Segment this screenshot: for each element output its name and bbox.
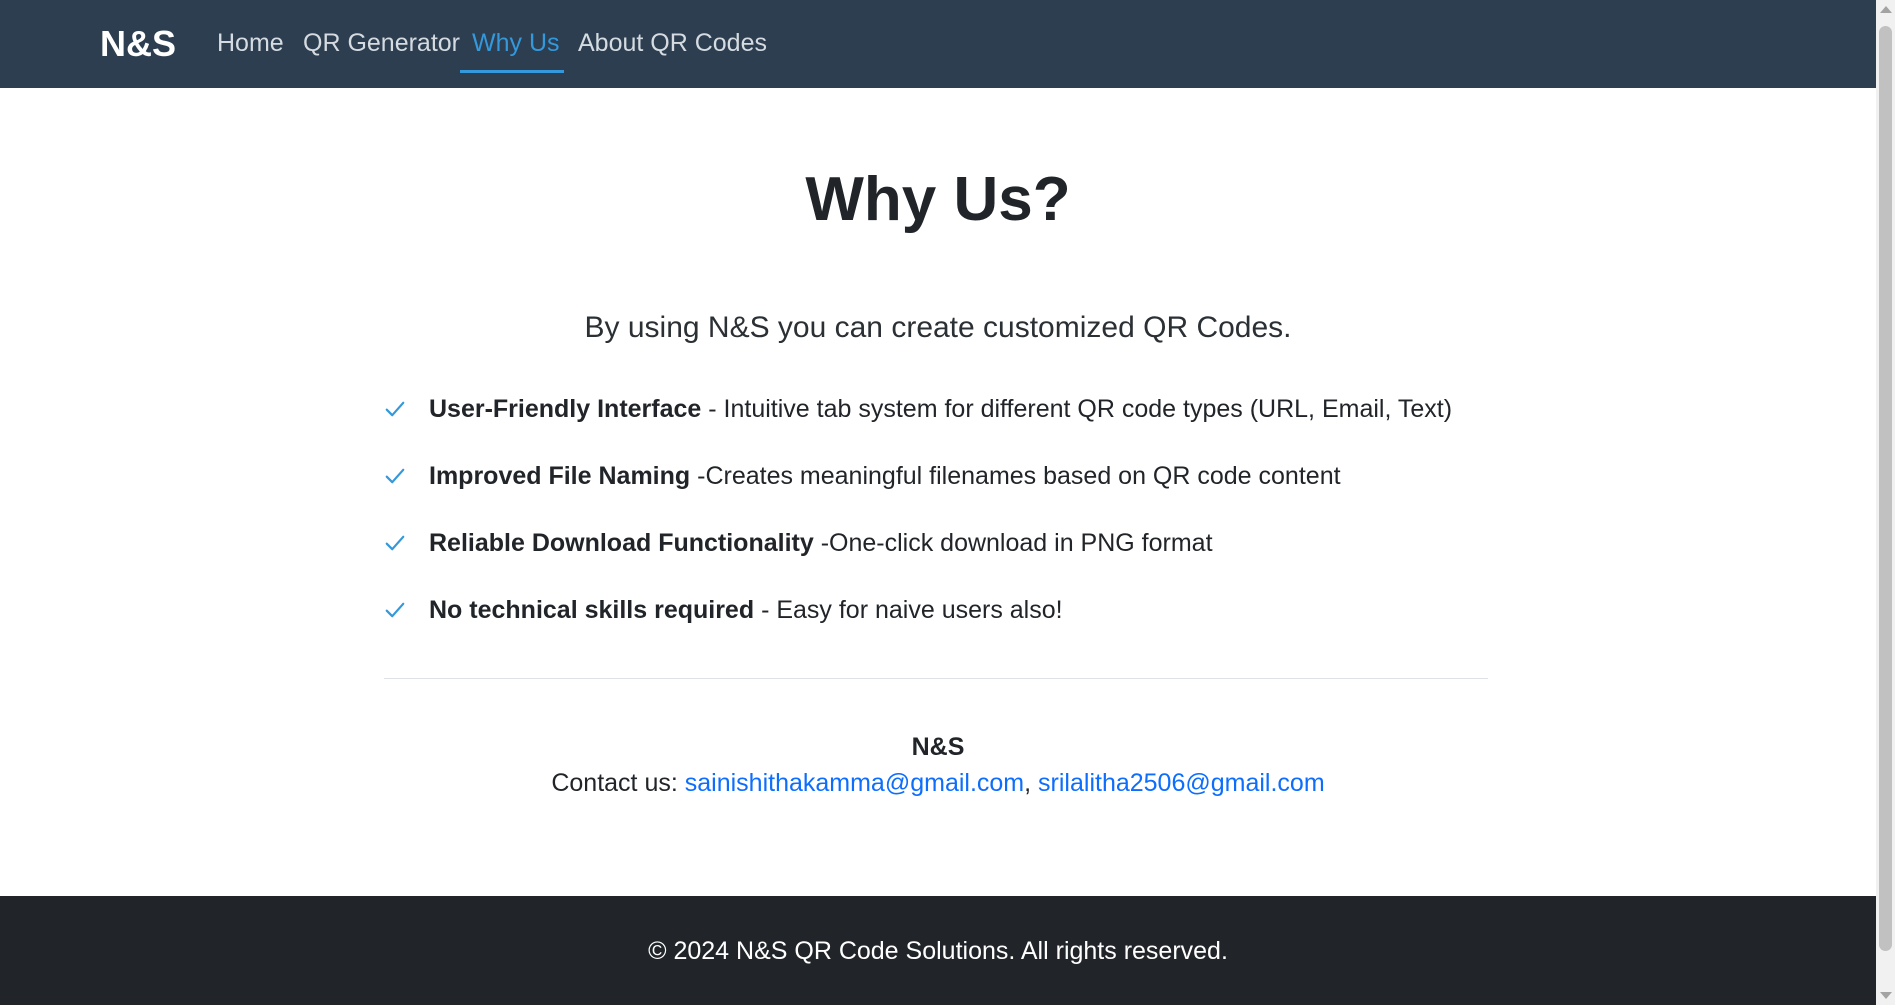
feature-text: Reliable Download Functionality -One-cli… <box>429 522 1213 564</box>
feature-text: User-Friendly Interface - Intuitive tab … <box>429 388 1452 430</box>
feature-text: Improved File Naming -Creates meaningful… <box>429 455 1341 497</box>
nav-item-why-us[interactable]: Why Us <box>472 26 560 60</box>
feature-item: User-Friendly Interface - Intuitive tab … <box>384 388 1488 455</box>
page: N&S Home QR Generator Why Us About QR Co… <box>0 0 1876 1005</box>
scroll-up-arrow-icon[interactable] <box>1880 6 1892 13</box>
feature-title: Reliable Download Functionality <box>429 529 814 557</box>
feature-description: -Creates meaningful filenames based on Q… <box>690 462 1341 490</box>
email-link-2[interactable]: srilalitha2506@gmail.com <box>1038 769 1325 797</box>
nav-item-about-qr-codes[interactable]: About QR Codes <box>578 26 767 60</box>
feature-title: User-Friendly Interface <box>429 395 702 423</box>
vertical-scrollbar[interactable] <box>1876 0 1895 1005</box>
feature-item: No technical skills required - Easy for … <box>384 589 1488 656</box>
feature-text: No technical skills required - Easy for … <box>429 589 1063 631</box>
email-link-1[interactable]: sainishithakamma@gmail.com <box>685 769 1024 797</box>
active-nav-indicator <box>460 70 564 73</box>
nav-item-home[interactable]: Home <box>217 26 284 60</box>
check-icon <box>385 535 405 551</box>
feature-description: - Easy for naive users also! <box>754 596 1063 624</box>
feature-title: No technical skills required <box>429 596 755 624</box>
feature-item: Reliable Download Functionality -One-cli… <box>384 522 1488 589</box>
contact-brand: N&S <box>911 733 965 761</box>
section-divider <box>384 678 1488 679</box>
contact-line: Contact us: sainishithakamma@gmail.com, … <box>0 766 1876 800</box>
feature-title: Improved File Naming <box>429 462 691 490</box>
check-icon <box>385 401 405 417</box>
contact-separator: , <box>1024 769 1039 797</box>
scrollbar-thumb[interactable] <box>1879 26 1892 951</box>
footer-copyright: © 2024 N&S QR Code Solutions. All rights… <box>648 937 1228 965</box>
feature-list: User-Friendly Interface - Intuitive tab … <box>384 388 1488 656</box>
brand-logo[interactable]: N&S <box>100 22 176 66</box>
nav-item-qr-generator[interactable]: QR Generator <box>303 26 460 60</box>
contact-prefix: Contact us: <box>551 769 685 797</box>
lead-text: By using N&S you can create customized Q… <box>584 311 1292 344</box>
check-icon <box>385 602 405 618</box>
check-icon <box>385 468 405 484</box>
feature-item: Improved File Naming -Creates meaningful… <box>384 455 1488 522</box>
feature-description: -One-click download in PNG format <box>813 529 1213 557</box>
scroll-down-arrow-icon[interactable] <box>1880 992 1892 999</box>
navbar: N&S Home QR Generator Why Us About QR Co… <box>0 0 1876 88</box>
page-title: Why Us? <box>805 165 1071 234</box>
feature-description: - Intuitive tab system for different QR … <box>701 395 1453 423</box>
